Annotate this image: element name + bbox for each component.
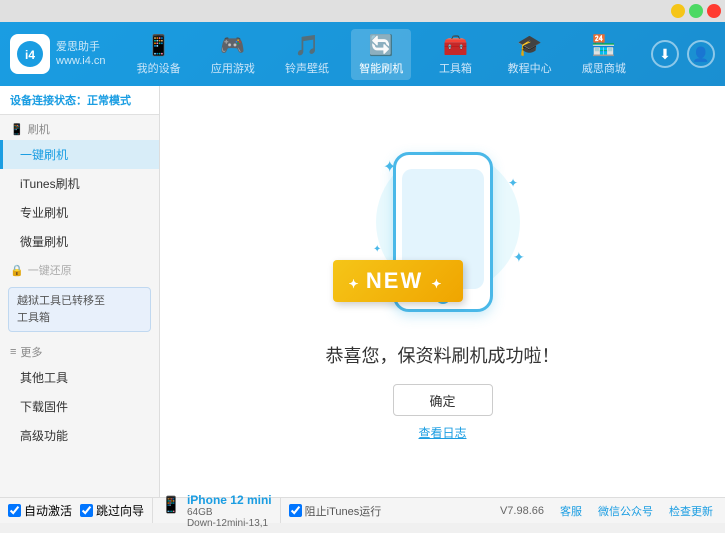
sidebar-notice: 越狱工具已转移至工具箱	[8, 287, 151, 332]
sidebar-status: 设备连接状态：正常模式	[0, 86, 159, 115]
nav-ringtone[interactable]: 🎵 铃声壁纸	[277, 29, 337, 80]
toolbox-icon: 🧰	[443, 33, 468, 58]
close-btn[interactable]	[707, 4, 721, 18]
main-body: 设备连接状态：正常模式 📱 刷机 一键刷机 iTunes刷机 专业刷机 微量刷机…	[0, 86, 725, 497]
smart-flash-icon: 🔄	[369, 33, 394, 58]
download-btn[interactable]: ⬇	[651, 40, 679, 68]
bottom-left: 自动激活 跳过向导	[0, 498, 153, 523]
svg-text:✦: ✦	[373, 244, 381, 255]
sidebar-download-firmware[interactable]: 下载固件	[0, 392, 159, 421]
svg-text:✦: ✦	[508, 176, 518, 190]
skip-wizard-label[interactable]: 跳过向导	[80, 502, 144, 519]
itunes-checkbox[interactable]	[289, 504, 302, 517]
ringtone-icon: 🎵	[295, 33, 320, 58]
skip-wizard-checkbox[interactable]	[80, 504, 93, 517]
nav-apps-games[interactable]: 🎮 应用游戏	[203, 29, 263, 80]
flash-section-icon: 📱	[10, 123, 24, 136]
sidebar-pro-flash[interactable]: 专业刷机	[0, 198, 159, 227]
svg-text:i4: i4	[25, 48, 35, 62]
sidebar: 设备连接状态：正常模式 📱 刷机 一键刷机 iTunes刷机 专业刷机 微量刷机…	[0, 86, 160, 497]
sidebar-section-more: ≡ 更多	[0, 338, 159, 363]
apps-games-icon: 🎮	[220, 33, 245, 58]
logo: i4 爱思助手 www.i4.cn	[10, 34, 106, 74]
success-text: 恭喜您，保资料刷机成功啦！	[326, 342, 560, 368]
nav-bar: 📱 我的设备 🎮 应用游戏 🎵 铃声壁纸 🔄 智能刷机 🧰 工具箱 🎓 教程中心…	[122, 29, 641, 80]
user-btn[interactable]: 👤	[687, 40, 715, 68]
confirm-button[interactable]: 确定	[393, 384, 493, 416]
sidebar-other-tools[interactable]: 其他工具	[0, 363, 159, 392]
logo-icon: i4	[10, 34, 50, 74]
logo-text: 爱思助手 www.i4.cn	[56, 40, 106, 69]
bottom-bar: 自动激活 跳过向导 📱 iPhone 12 mini 64GB Down-12m…	[0, 497, 725, 523]
title-bar	[0, 0, 725, 22]
auto-connect-checkbox[interactable]	[8, 504, 21, 517]
sidebar-itunes-flash[interactable]: iTunes刷机	[0, 169, 159, 198]
nav-store[interactable]: 🏪 威思商城	[574, 29, 634, 80]
nav-my-device[interactable]: 📱 我的设备	[129, 29, 189, 80]
store-icon: 🏪	[591, 33, 616, 58]
bottom-right: V7.98.66 客服 微信公众号 检查更新	[488, 503, 725, 519]
sidebar-section-restore: 🔒 一键还原	[0, 256, 159, 281]
sidebar-micro-flash[interactable]: 微量刷机	[0, 227, 159, 256]
nav-tutorial[interactable]: 🎓 教程中心	[500, 29, 560, 80]
header-right: ⬇ 👤	[651, 40, 715, 68]
sidebar-section-flash: 📱 刷机	[0, 115, 159, 140]
my-device-icon: 📱	[146, 33, 171, 58]
svg-text:✦: ✦	[513, 249, 525, 265]
auto-connect-label[interactable]: 自动激活	[8, 502, 72, 519]
nav-toolbox[interactable]: 🧰 工具箱	[425, 29, 485, 80]
diary-link[interactable]: 查看日志	[418, 424, 466, 441]
itunes-status: 阻止iTunes运行	[280, 498, 390, 523]
tutorial-icon: 🎓	[517, 33, 542, 58]
restore-btn[interactable]	[689, 4, 703, 18]
new-banner: NEW	[333, 260, 464, 302]
device-info: 📱 iPhone 12 mini 64GB Down-12mini-13,1	[153, 489, 280, 533]
device-icon: 📱	[161, 495, 181, 515]
header: i4 爱思助手 www.i4.cn 📱 我的设备 🎮 应用游戏 🎵 铃声壁纸 🔄…	[0, 22, 725, 86]
nav-smart-flash[interactable]: 🔄 智能刷机	[351, 29, 411, 80]
sidebar-advanced[interactable]: 高级功能	[0, 421, 159, 450]
center-content: ✦ ✦ ✦ ✦ NEW 恭喜您，保资料刷机成功啦！ 确定 查看日志	[160, 86, 725, 497]
sidebar-one-key-flash[interactable]: 一键刷机	[0, 140, 159, 169]
minimize-btn[interactable]	[671, 4, 685, 18]
more-icon: ≡	[10, 346, 16, 358]
lock-icon: 🔒	[10, 264, 24, 277]
illustration: ✦ ✦ ✦ ✦ NEW	[343, 142, 543, 322]
